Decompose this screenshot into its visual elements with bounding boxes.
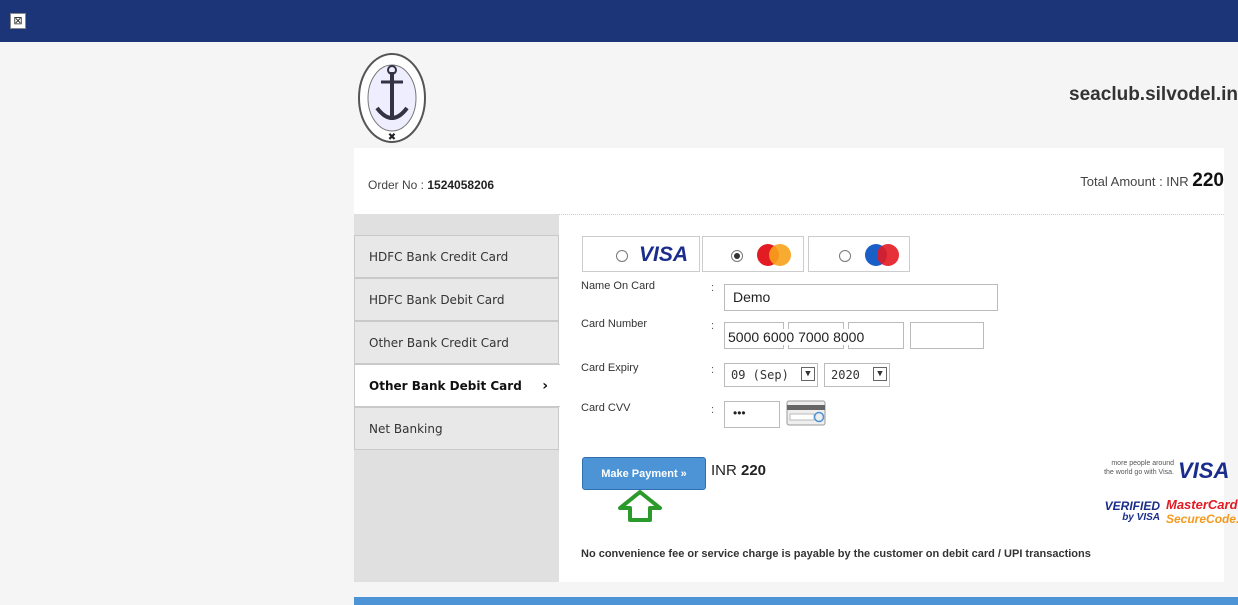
- colon: :: [711, 320, 715, 332]
- chevron-down-icon: ▼: [873, 367, 887, 381]
- card-option-visa[interactable]: VISA: [582, 236, 700, 272]
- tab-label: HDFC Bank Credit Card: [369, 250, 509, 264]
- total-amount: Total Amount : INR 220: [1080, 170, 1224, 192]
- securecode-text: SecureCode.: [1166, 512, 1238, 526]
- mastercard-text: MasterCard.: [1166, 497, 1238, 512]
- up-arrow-icon: [618, 490, 662, 522]
- total-label: Total Amount :: [1080, 174, 1167, 189]
- card-option-maestro[interactable]: [808, 236, 910, 272]
- payment-page: ✖ seaclub.silvodel.in Order No : 1524058…: [352, 42, 1238, 605]
- tab-label: HDFC Bank Debit Card: [369, 293, 505, 307]
- top-bar: ⊠: [0, 0, 1238, 42]
- card-number-value: 5000 6000 7000 8000: [726, 329, 867, 345]
- expiry-month-value: 09 (Sep): [731, 368, 789, 382]
- maestro-logo-icon: [865, 244, 899, 266]
- card-number-part-4[interactable]: [910, 322, 984, 349]
- visa-tagline-line-2: the world go with Visa.: [1104, 469, 1174, 476]
- order-value: 1524058206: [427, 178, 495, 192]
- colon: :: [711, 364, 715, 376]
- tab-hdfc-credit[interactable]: HDFC Bank Credit Card: [354, 235, 559, 278]
- payment-currency: INR: [711, 462, 741, 479]
- tab-label: Other Bank Debit Card: [369, 379, 522, 393]
- verified-text: VERIFIED: [1104, 499, 1160, 513]
- payment-method-tabs: HDFC Bank Credit Card HDFC Bank Debit Ca…: [354, 214, 560, 582]
- verified-by-visa-badge: VERIFIED by VISA: [1102, 500, 1160, 524]
- mastercard-radio[interactable]: [731, 250, 743, 262]
- order-label: Order No :: [368, 178, 428, 192]
- society-logo: ✖: [358, 53, 426, 143]
- expiry-month-select[interactable]: 09 (Sep) ▼: [724, 363, 818, 387]
- page-header: ✖ seaclub.silvodel.in: [352, 42, 1238, 148]
- total-value: 220: [1192, 170, 1224, 191]
- payment-panel: Order No : 1524058206 Total Amount : INR…: [354, 148, 1238, 582]
- close-icon[interactable]: ⊠: [10, 13, 26, 29]
- chevron-right-icon: ›: [542, 378, 548, 394]
- chevron-down-icon: ▼: [801, 367, 815, 381]
- visa-tagline-line-1: more people around: [1111, 460, 1174, 467]
- bottom-bar: [354, 597, 1238, 605]
- card-number-label: Card Number: [581, 318, 648, 330]
- card-cvv-label: Card CVV: [581, 402, 631, 414]
- tab-net-banking[interactable]: Net Banking: [354, 407, 559, 450]
- expiry-year-select[interactable]: 2020 ▼: [824, 363, 890, 387]
- name-on-card-label: Name On Card: [581, 280, 655, 292]
- mastercard-logo-icon: [757, 244, 791, 266]
- colon: :: [711, 282, 715, 294]
- visa-radio[interactable]: [616, 250, 628, 262]
- left-blank-area: [0, 42, 352, 605]
- total-currency: INR: [1166, 174, 1193, 189]
- tab-other-debit[interactable]: Other Bank Debit Card ›: [354, 364, 560, 407]
- by-visa-text: by VISA: [1122, 512, 1160, 523]
- mastercard-securecode-badge: MasterCard. SecureCode.: [1166, 497, 1238, 527]
- expiry-year-value: 2020: [831, 368, 860, 382]
- order-number: Order No : 1524058206: [368, 178, 494, 192]
- convenience-fee-note: No convenience fee or service charge is …: [581, 548, 1091, 560]
- maestro-radio[interactable]: [839, 250, 851, 262]
- site-name: seaclub.silvodel.in: [1069, 84, 1238, 105]
- tab-other-credit[interactable]: Other Bank Credit Card: [354, 321, 559, 364]
- name-on-card-input[interactable]: Demo: [724, 284, 998, 311]
- colon: :: [711, 404, 715, 416]
- card-expiry-label: Card Expiry: [581, 362, 639, 374]
- tab-label: Other Bank Credit Card: [369, 336, 509, 350]
- card-option-mastercard[interactable]: [702, 236, 804, 272]
- make-payment-button[interactable]: Make Payment »: [582, 457, 706, 490]
- svg-text:✖: ✖: [388, 132, 396, 143]
- cvv-card-icon: [786, 400, 826, 426]
- visa-badge: VISA: [1178, 458, 1230, 483]
- tab-label: Net Banking: [369, 422, 443, 436]
- payment-amount: INR 220: [711, 462, 766, 479]
- tab-hdfc-debit[interactable]: HDFC Bank Debit Card: [354, 278, 559, 321]
- cvv-input[interactable]: •••: [724, 401, 780, 428]
- visa-tagline: more people around the world go with Vis…: [1080, 459, 1174, 477]
- visa-logo: VISA: [639, 243, 689, 266]
- payment-value: 220: [741, 462, 767, 479]
